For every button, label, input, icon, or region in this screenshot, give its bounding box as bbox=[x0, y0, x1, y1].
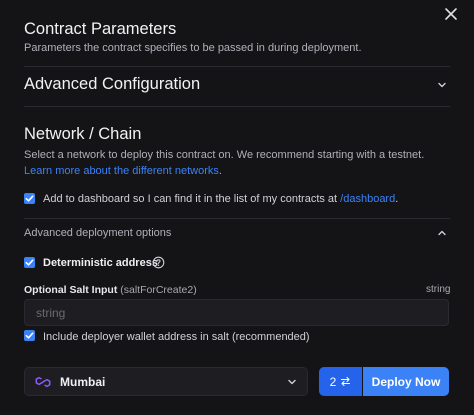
add-to-dashboard-label: Add to dashboard so I can find it in the… bbox=[43, 193, 398, 205]
network-select[interactable]: Mumbai bbox=[24, 367, 308, 396]
desc-period: . bbox=[218, 165, 222, 177]
advanced-deployment-options-title[interactable]: Advanced deployment options bbox=[24, 227, 171, 239]
contract-parameters-title: Contract Parameters bbox=[24, 20, 177, 38]
include-wallet-checkbox[interactable] bbox=[24, 330, 35, 341]
contract-parameters-subtitle: Parameters the contract specifies to be … bbox=[24, 42, 362, 54]
salt-param-name: (saltForCreate2) bbox=[120, 284, 197, 296]
network-chain-description: Select a network to deploy this contract… bbox=[24, 147, 449, 179]
network-chain-title: Network / Chain bbox=[24, 125, 142, 143]
deploy-now-button[interactable]: Deploy Now bbox=[363, 367, 449, 396]
network-chain-desc-text: Select a network to deploy this contract… bbox=[24, 149, 425, 161]
dashboard-link[interactable]: /dashboard bbox=[340, 193, 395, 205]
chevron-down-icon bbox=[288, 379, 296, 385]
network-select-value: Mumbai bbox=[60, 375, 106, 389]
divider bbox=[24, 218, 450, 219]
divider bbox=[24, 106, 450, 107]
salt-input-label: Optional Salt Input (saltForCreate2) bbox=[24, 284, 197, 296]
learn-more-link[interactable]: Learn bbox=[24, 165, 52, 177]
polygon-logo-icon bbox=[35, 376, 51, 388]
salt-input[interactable] bbox=[25, 300, 448, 325]
include-wallet-label: Include deployer wallet address in salt … bbox=[43, 331, 310, 343]
chevron-down-icon[interactable] bbox=[436, 79, 448, 91]
divider bbox=[24, 66, 450, 67]
advanced-configuration-title[interactable]: Advanced Configuration bbox=[24, 75, 200, 94]
transaction-count: 2 bbox=[329, 374, 337, 389]
dashboard-period: . bbox=[395, 193, 399, 205]
help-circle-icon[interactable] bbox=[152, 256, 165, 269]
learn-more-link-cont[interactable]: more about the different networks bbox=[55, 165, 219, 177]
salt-label-text: Optional Salt Input bbox=[24, 284, 118, 296]
transaction-count-button[interactable]: 2 bbox=[319, 367, 362, 396]
salt-type-label: string bbox=[426, 284, 451, 295]
swap-arrows-icon bbox=[341, 376, 351, 387]
deterministic-address-label: Deterministic address bbox=[43, 257, 158, 269]
close-icon[interactable] bbox=[441, 4, 461, 24]
salt-input-wrapper bbox=[24, 299, 449, 326]
deterministic-address-checkbox[interactable] bbox=[24, 257, 35, 268]
add-to-dashboard-text: Add to dashboard so I can find it in the… bbox=[43, 193, 338, 205]
add-to-dashboard-checkbox[interactable] bbox=[24, 193, 35, 204]
chevron-up-icon[interactable] bbox=[436, 227, 448, 239]
